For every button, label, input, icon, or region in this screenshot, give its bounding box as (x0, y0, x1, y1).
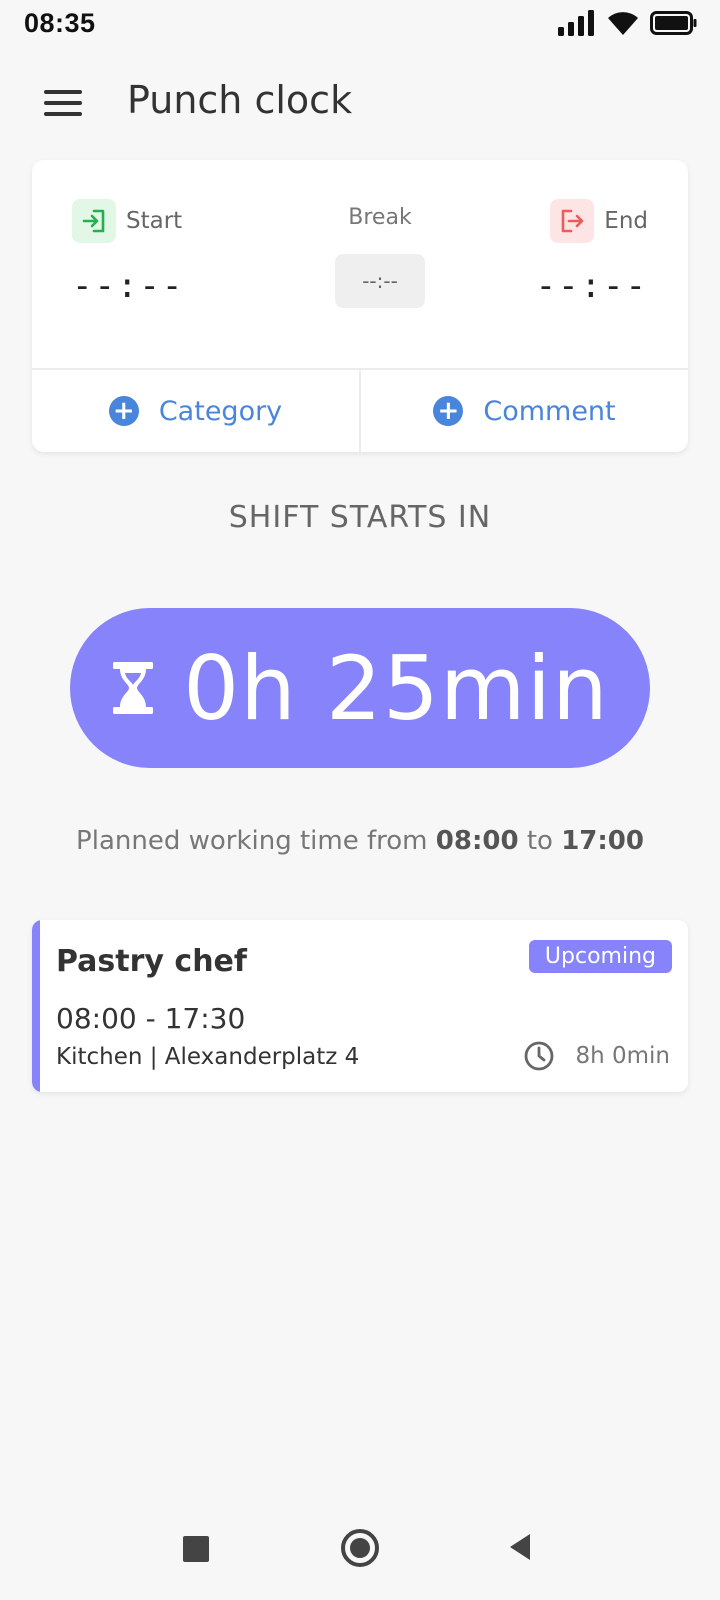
page-title: Punch clock (127, 78, 353, 122)
punch-card: Start --:-- Break --:-- End --:-- + Cate… (32, 160, 688, 452)
break-label: Break (348, 205, 412, 230)
status-bar: 08:35 (0, 0, 720, 50)
planned-to: 17:00 (561, 826, 644, 856)
plus-circle-icon: + (433, 396, 464, 426)
clock-in-icon (72, 199, 116, 243)
shift-card[interactable]: Pastry chef Upcoming 08:00 - 17:30 Kitch… (32, 920, 688, 1092)
app-bar: Punch clock (0, 64, 720, 140)
home-icon[interactable] (341, 1529, 379, 1567)
clock-icon (525, 1041, 554, 1071)
planned-from: 08:00 (435, 826, 519, 856)
end-time-value: --:-- (535, 266, 648, 306)
recents-icon[interactable] (183, 1536, 209, 1562)
category-label: Category (158, 395, 283, 427)
planned-connector: to (526, 826, 553, 856)
back-icon[interactable] (508, 1532, 532, 1562)
end-label: End (604, 208, 648, 234)
signal-icon (558, 10, 594, 36)
clock-out-icon (550, 199, 595, 243)
countdown-value: 0h 25min (183, 636, 609, 740)
shift-title: Pastry chef (56, 944, 247, 979)
planned-prefix: Planned working time from (76, 826, 428, 856)
break-slot[interactable]: Break --:-- (322, 198, 438, 308)
add-comment-button[interactable]: + Comment (359, 370, 688, 452)
plus-circle-icon: + (108, 396, 139, 426)
status-badge: Upcoming (528, 940, 672, 973)
battery-icon (650, 11, 697, 35)
wifi-icon (608, 12, 638, 35)
planned-working-time: Planned working time from 08:00 to 17:00 (0, 826, 720, 856)
hourglass-icon (113, 662, 154, 714)
start-slot[interactable]: Start --:-- (72, 198, 184, 306)
break-time-value: --:-- (335, 254, 425, 308)
shift-starts-label: SHIFT STARTS IN (228, 500, 492, 535)
card-actions: + Category + Comment (32, 368, 688, 452)
shift-duration-value: 8h 0min (575, 1043, 670, 1069)
shift-duration: 8h 0min (523, 1040, 670, 1072)
shift-location: Kitchen | Alexanderplatz 4 (56, 1044, 360, 1070)
countdown-pill[interactable]: 0h 25min (70, 608, 650, 768)
add-category-button[interactable]: + Category (32, 370, 359, 452)
shift-accent-bar (32, 920, 40, 1092)
comment-label: Comment (483, 395, 616, 427)
end-slot[interactable]: End --:-- (536, 198, 648, 306)
start-label: Start (126, 208, 183, 234)
status-time: 08:35 (24, 8, 96, 38)
system-nav-bar (0, 1520, 720, 1580)
start-time-value: --:-- (72, 266, 185, 306)
hamburger-menu-icon[interactable] (44, 90, 82, 116)
shift-time: 08:00 - 17:30 (56, 1002, 246, 1035)
